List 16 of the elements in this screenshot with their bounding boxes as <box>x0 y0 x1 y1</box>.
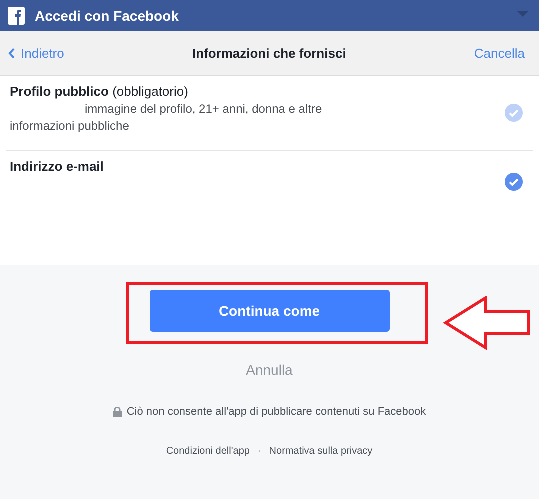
facebook-logo-icon <box>8 6 25 24</box>
continue-button[interactable]: Continua come <box>150 290 390 332</box>
notice-text: Ciò non consente all'app di pubblicare contenuti su Facebook <box>126 406 426 418</box>
caret-icon[interactable] <box>517 11 529 18</box>
lock-icon <box>112 407 122 417</box>
footer-link[interactable]: Normativa sulla privacy <box>269 446 373 457</box>
footer-link[interactable]: Condizioni dell'app <box>166 446 250 457</box>
permission-description: immagine del profilo, 21+ anni, donna e altre informazioni pubbliche <box>10 101 324 135</box>
permission-title: Profilo pubblico (obbligatorio) <box>10 84 190 99</box>
separator: · <box>258 446 262 457</box>
permission-title: Indirizzo e-mail <box>10 159 105 174</box>
page-title: Informazioni che fornisci <box>192 46 346 60</box>
window-title: Accedi con Facebook <box>35 8 179 24</box>
chevron-left-icon <box>8 48 15 58</box>
checkmark-icon[interactable] <box>505 173 523 191</box>
permission-row[interactable]: Indirizzo e-mail <box>6 150 533 264</box>
